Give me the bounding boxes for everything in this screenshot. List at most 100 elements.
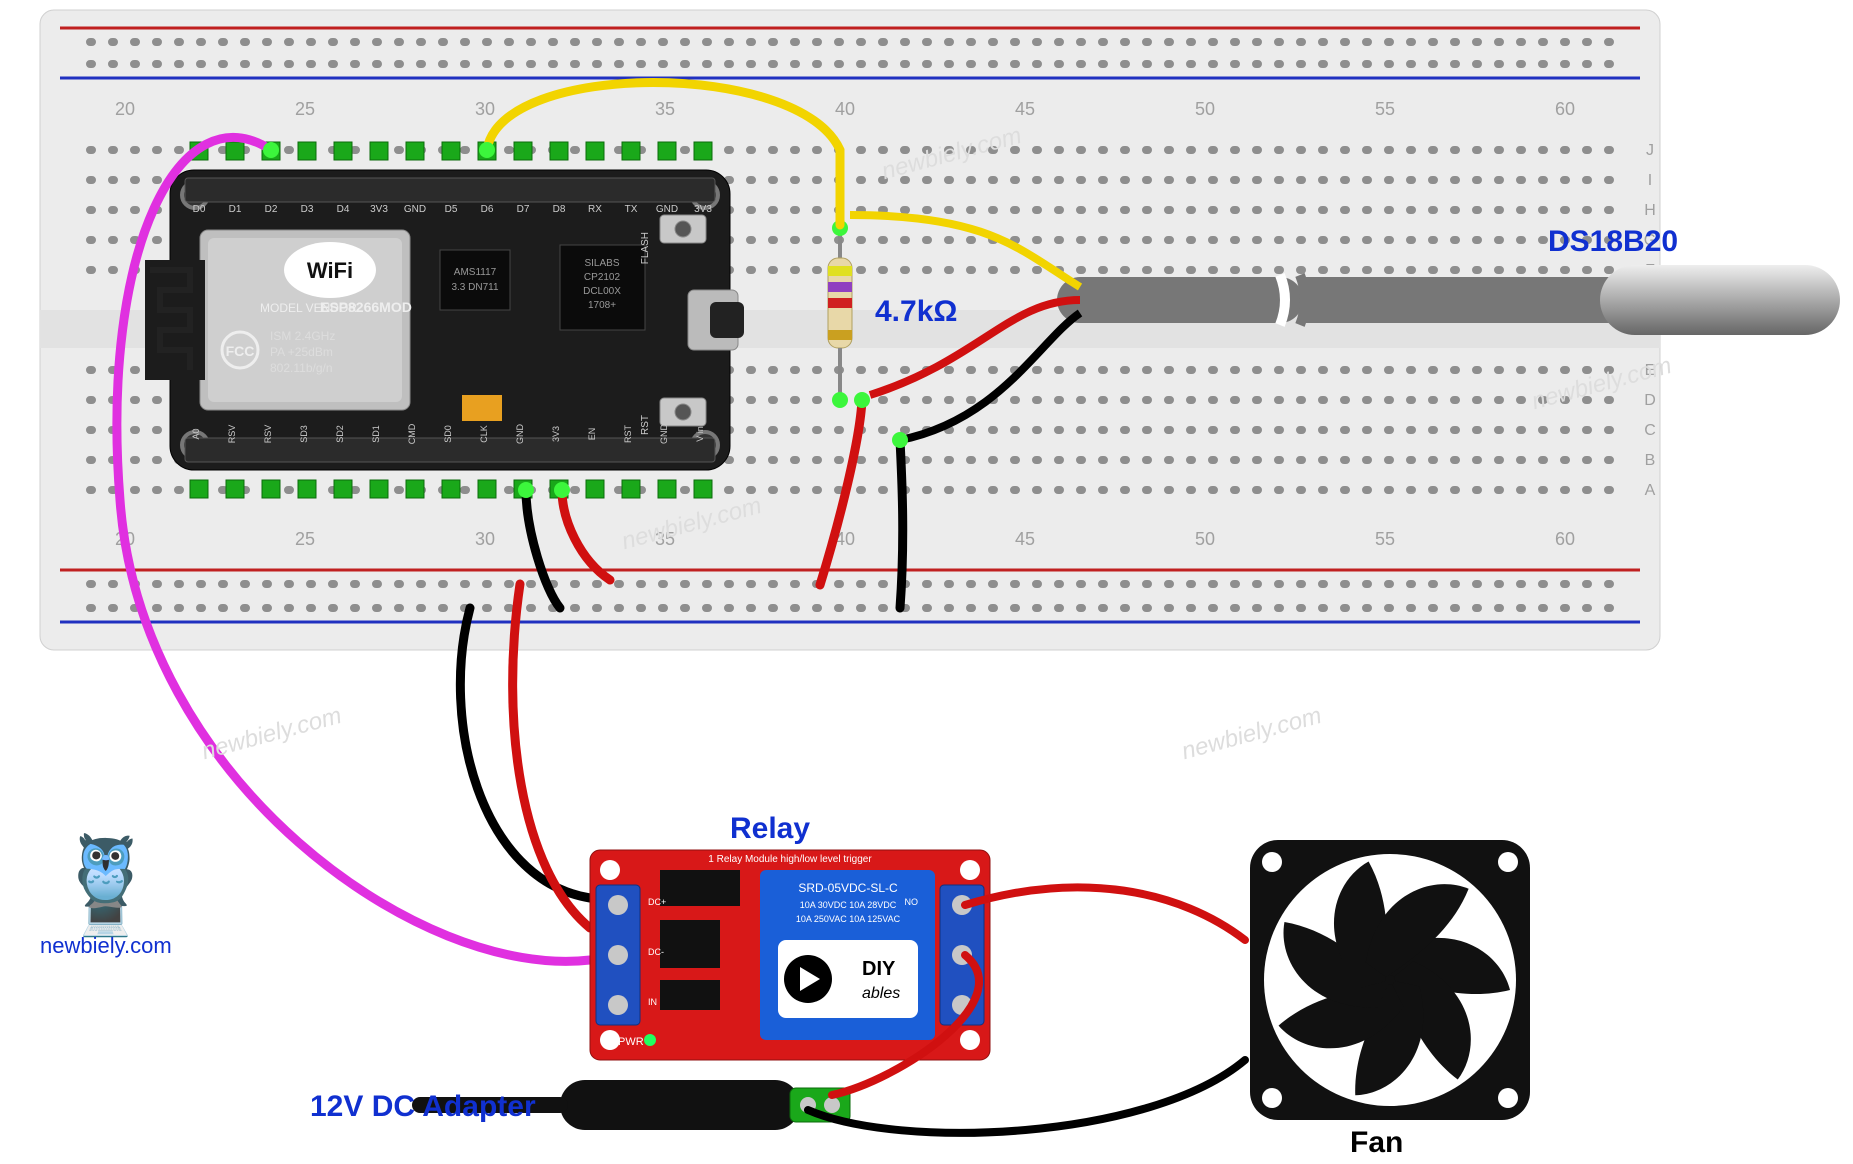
svg-text:50: 50 (1195, 529, 1215, 549)
svg-text:D8: D8 (553, 204, 566, 215)
svg-text:55: 55 (1375, 529, 1395, 549)
svg-text:MODEL VENDOR: MODEL VENDOR (260, 301, 357, 315)
svg-text:35: 35 (655, 99, 675, 119)
watermark: newbiely.com (879, 122, 1025, 186)
svg-text:1708+: 1708+ (588, 300, 616, 311)
svg-text:60: 60 (1555, 529, 1575, 549)
svg-text:10A 30VDC 10A 28VDC: 10A 30VDC 10A 28VDC (800, 900, 897, 910)
svg-text:WiFi: WiFi (307, 258, 353, 283)
svg-text:GND: GND (404, 204, 426, 215)
svg-text:802.11b/g/n: 802.11b/g/n (270, 361, 333, 375)
svg-text:D6: D6 (481, 204, 494, 215)
svg-text:A: A (1645, 482, 1656, 499)
svg-text:SILABS: SILABS (584, 258, 619, 269)
fan-icon (1250, 840, 1530, 1120)
ds18b20-probe (850, 215, 1840, 440)
label-resistor: 4.7kΩ (875, 295, 957, 329)
svg-text:ISM 2.4GHz: ISM 2.4GHz (270, 329, 335, 343)
label-fan: Fan (1350, 1126, 1403, 1160)
svg-text:D1: D1 (229, 204, 242, 215)
svg-text:3V3: 3V3 (694, 204, 712, 215)
svg-text:CLK: CLK (479, 425, 489, 443)
svg-text:25: 25 (295, 99, 315, 119)
svg-text:SRD-05VDC-SL-C: SRD-05VDC-SL-C (798, 881, 898, 895)
svg-text:D7: D7 (517, 204, 530, 215)
svg-text:FLASH: FLASH (640, 232, 651, 264)
svg-text:SD1: SD1 (371, 425, 381, 443)
site-name: newbiely.com (40, 933, 172, 959)
svg-text:DC+: DC+ (648, 897, 666, 907)
svg-text:60: 60 (1555, 99, 1575, 119)
svg-text:SD2: SD2 (335, 425, 345, 443)
svg-text:D5: D5 (445, 204, 458, 215)
svg-text:GND: GND (656, 204, 678, 215)
svg-text:20: 20 (115, 529, 135, 549)
svg-text:J: J (1646, 142, 1654, 159)
label-adapter: 12V DC Adapter (310, 1090, 536, 1124)
svg-text:D4: D4 (337, 204, 350, 215)
svg-text:CMD: CMD (407, 423, 417, 444)
svg-text:H: H (1644, 202, 1656, 219)
svg-text:10A 250VAC 10A 125VAC: 10A 250VAC 10A 125VAC (796, 914, 901, 924)
label-ds18b20: DS18B20 (1548, 225, 1678, 259)
svg-text:FCC: FCC (226, 343, 255, 359)
owl-icon: 🦉 (40, 830, 172, 912)
svg-text:NO: NO (905, 897, 919, 907)
svg-text:D0: D0 (193, 204, 206, 215)
svg-text:45: 45 (1015, 99, 1035, 119)
svg-text:F: F (1645, 262, 1655, 279)
nodemcu-board: WiFi MODEL VENDOR ESP8266MOD FCC ISM 2.4… (145, 170, 744, 470)
svg-text:PWR: PWR (618, 1036, 644, 1048)
svg-text:30: 30 (475, 529, 495, 549)
svg-text:D: D (1644, 392, 1656, 409)
resistor-4k7 (828, 220, 852, 408)
svg-text:RSV: RSV (263, 425, 273, 444)
svg-text:1 Relay Module high/low level: 1 Relay Module high/low level trigger (708, 854, 872, 865)
watermark: newbiely.com (199, 702, 345, 766)
svg-text:55: 55 (1375, 99, 1395, 119)
svg-text:NC: NC (905, 997, 918, 1007)
svg-text:DIY: DIY (862, 958, 896, 980)
svg-text:RST: RST (623, 424, 633, 443)
svg-text:D2: D2 (265, 204, 278, 215)
svg-text:D3: D3 (301, 204, 314, 215)
svg-text:GND: GND (659, 424, 669, 445)
svg-text:RST: RST (640, 415, 651, 435)
svg-text:CP2102: CP2102 (584, 272, 621, 283)
svg-text:COM: COM (897, 947, 918, 957)
watermark: newbiely.com (619, 492, 765, 556)
watermark: newbiely.com (1529, 352, 1675, 416)
svg-text:V in: V in (695, 426, 705, 442)
svg-text:DC-: DC- (648, 947, 664, 957)
svg-text:RX: RX (588, 204, 602, 215)
svg-text:B: B (1645, 452, 1656, 469)
svg-text:RSV: RSV (227, 425, 237, 444)
watermark: newbiely.com (1179, 702, 1325, 766)
svg-text:AMS1117: AMS1117 (454, 267, 497, 278)
svg-text:30: 30 (475, 99, 495, 119)
svg-text:45: 45 (1015, 529, 1035, 549)
svg-text:40: 40 (835, 529, 855, 549)
svg-text:50: 50 (1195, 99, 1215, 119)
svg-text:A0: A0 (191, 428, 201, 439)
svg-text:ables: ables (862, 985, 900, 1002)
wires-power (808, 887, 1245, 1132)
svg-text:I: I (1648, 172, 1652, 189)
svg-text:SD0: SD0 (443, 425, 453, 443)
svg-text:TX: TX (625, 204, 638, 215)
svg-text:ESP8266MOD: ESP8266MOD (320, 299, 412, 315)
label-relay: Relay (730, 812, 810, 846)
svg-text:E: E (1645, 362, 1656, 379)
site-logo: 🦉 💻 newbiely.com (40, 830, 172, 959)
svg-text:3.3 DN711: 3.3 DN711 (451, 282, 499, 293)
svg-text:C: C (1644, 422, 1656, 439)
svg-text:40: 40 (835, 99, 855, 119)
breadboard: 20 25 30 35 40 45 50 55 60 20 25 30 35 4… (40, 10, 1660, 650)
svg-text:GND: GND (515, 424, 525, 445)
svg-text:DCL00X: DCL00X (583, 286, 621, 297)
pin-headers (178, 140, 738, 498)
relay-module: SRD-05VDC-SL-C 10A 30VDC 10A 28VDC 10A 2… (590, 850, 990, 1060)
svg-text:3V3: 3V3 (370, 204, 388, 215)
svg-text:3V3: 3V3 (551, 426, 561, 442)
svg-text:IN: IN (648, 997, 657, 1007)
